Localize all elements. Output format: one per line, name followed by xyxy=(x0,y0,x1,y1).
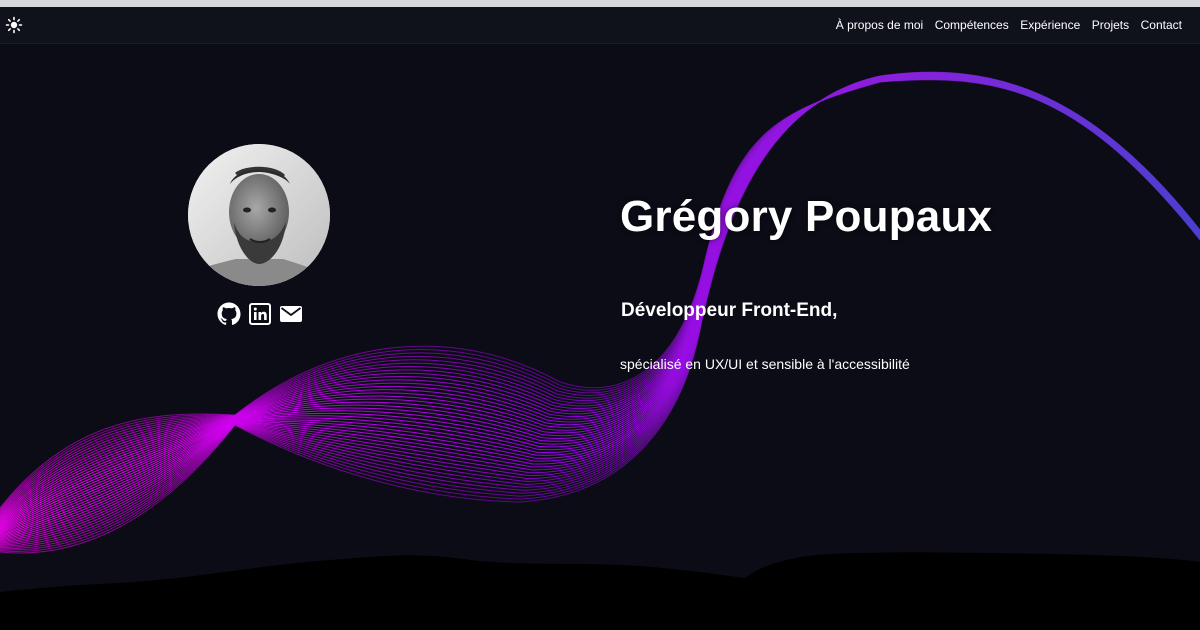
linkedin-icon xyxy=(249,303,271,325)
github-link[interactable] xyxy=(217,302,241,326)
wave-ribbon-decoration xyxy=(0,71,1200,554)
theme-toggle-button[interactable] xyxy=(4,15,24,35)
ground-silhouette xyxy=(0,552,1200,630)
sun-icon xyxy=(5,16,23,34)
github-icon xyxy=(217,302,241,325)
nav-link-about[interactable]: À propos de moi xyxy=(836,18,923,32)
social-links xyxy=(217,302,307,326)
top-navbar: À propos de moi Compétences Expérience P… xyxy=(0,7,1200,44)
hero-specialty: spécialisé en UX/UI et sensible à l'acce… xyxy=(620,356,910,372)
profile-avatar xyxy=(188,144,330,286)
nav-link-projects[interactable]: Projets xyxy=(1092,18,1129,32)
hero-role: Développeur Front-End, xyxy=(621,300,838,321)
hero-name: Grégory Poupaux xyxy=(620,192,993,241)
linkedin-link[interactable] xyxy=(248,302,272,326)
mail-icon xyxy=(280,306,302,322)
nav-link-experience[interactable]: Expérience xyxy=(1020,18,1080,32)
top-border xyxy=(0,0,1200,7)
nav-link-contact[interactable]: Contact xyxy=(1141,18,1182,32)
email-link[interactable] xyxy=(279,302,303,326)
nav-link-skills[interactable]: Compétences xyxy=(935,18,1009,32)
nav-links: À propos de moi Compétences Expérience P… xyxy=(824,7,1182,43)
